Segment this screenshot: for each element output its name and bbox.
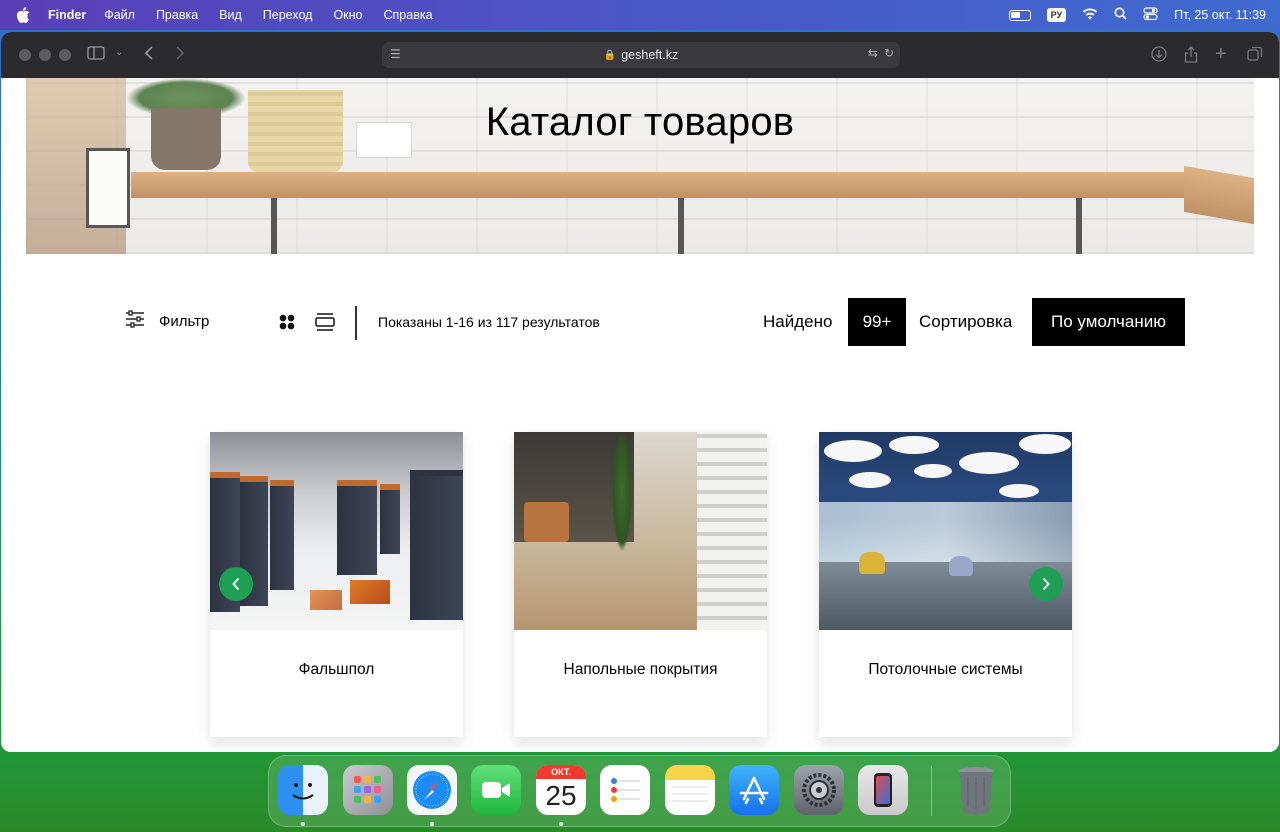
apple-icon[interactable] [16,6,34,24]
search-icon[interactable] [1114,7,1127,23]
window-controls [19,49,71,61]
address-bar[interactable]: ☰ 🔒 gesheft.kz ⇆ ↻ [382,42,900,68]
dock-separator [931,766,932,816]
product-image-raised-floor[interactable] [210,432,463,630]
sort-dropdown[interactable]: По умолчанию [1032,298,1185,346]
system-settings-dock-icon[interactable] [794,765,844,815]
reload-icon[interactable]: ↻ [884,46,894,60]
control-center-icon[interactable] [1143,7,1158,23]
product-carousel: Фальшпол Напольные покрытия Потолочные с… [1,432,1279,752]
back-arrow-icon[interactable] [144,46,154,63]
facetime-dock-icon[interactable] [471,765,521,815]
lock-icon: 🔒 [603,49,617,61]
filter-sliders-icon [125,310,145,332]
reminders-dock-icon[interactable] [600,765,650,815]
finder-dock-icon[interactable] [278,765,328,815]
product-image-ceiling-systems[interactable] [819,432,1072,630]
menu-clock[interactable]: Пт, 25 окт. 11:39 [1174,8,1266,22]
input-language-badge[interactable]: РУ [1046,8,1067,22]
menu-window[interactable]: Окно [333,8,362,22]
filter-button[interactable]: Фильтр [125,310,209,332]
calendar-month: ОКТ. [536,765,586,779]
product-name[interactable]: Напольные покрытия [514,661,767,679]
toolbar-divider [355,306,357,340]
web-page: Каталог товаров Фильтр Показаны 1-16 из … [1,78,1279,752]
carousel-prev-button[interactable] [219,567,253,601]
filter-label: Фильтр [159,312,210,330]
menu-go[interactable]: Переход [263,8,313,22]
catalog-toolbar: Фильтр Показаны 1-16 из 117 результатов … [1,298,1279,348]
browser-window: ⌄ ☰ 🔒 gesheft.kz ⇆ ↻ + Каталог товаров Ф… [1,32,1279,752]
running-indicator [559,822,563,826]
chevron-left-icon [232,577,240,591]
close-window-button[interactable] [19,49,31,61]
menu-help[interactable]: Справка [384,8,433,22]
downloads-icon[interactable] [1151,46,1167,65]
list-view-icon[interactable] [315,313,335,336]
product-name[interactable]: Фальшпол [210,661,463,679]
chevron-right-icon [1042,577,1050,591]
zoom-window-button[interactable] [59,49,71,61]
product-card[interactable]: Напольные покрытия [514,432,767,737]
sort-label: Сортировка [919,312,1013,331]
calendar-dock-icon[interactable]: ОКТ. 25 [536,765,586,815]
minimize-window-button[interactable] [39,49,51,61]
page-menu-icon[interactable]: ☰ [390,47,401,61]
battery-icon[interactable] [1008,9,1031,21]
new-tab-icon[interactable]: + [1215,43,1227,66]
calendar-day: 25 [545,780,577,811]
address-url: gesheft.kz [621,48,679,62]
menu-file[interactable]: Файл [104,8,135,22]
running-indicator [430,822,434,826]
grid-view-icon[interactable] [279,314,295,335]
app-store-dock-icon[interactable] [729,765,779,815]
sidebar-toggle-icon[interactable] [87,46,105,63]
product-name[interactable]: Потолочные системы [819,661,1072,679]
launchpad-dock-icon[interactable] [343,765,393,815]
results-count-text: Показаны 1-16 из 117 результатов [378,314,600,330]
notes-dock-icon[interactable] [665,765,715,815]
menu-bar: Finder Файл Правка Вид Переход Окно Спра… [0,0,1280,30]
product-image-floor-coverings[interactable] [514,432,767,630]
trash-dock-icon[interactable] [951,765,1001,815]
page-title: Каталог товаров [485,100,795,144]
menu-view[interactable]: Вид [219,8,242,22]
browser-toolbar: ⌄ ☰ 🔒 gesheft.kz ⇆ ↻ + [1,32,1279,78]
dock: ОКТ. 25 [268,755,1011,827]
translate-icon[interactable]: ⇆ [868,46,878,60]
hero-banner: Каталог товаров [26,78,1254,254]
carousel-next-button[interactable] [1029,567,1063,601]
tab-overview-icon[interactable] [1247,46,1263,65]
forward-arrow-icon[interactable] [175,46,185,63]
found-count-badge: 99+ [848,298,906,346]
found-label: Найдено [763,312,833,331]
menu-edit[interactable]: Правка [156,8,198,22]
iphone-mirroring-dock-icon[interactable] [858,765,908,815]
safari-dock-icon[interactable] [407,765,457,815]
wifi-icon[interactable] [1082,7,1098,23]
tab-group-chevron-icon[interactable]: ⌄ [115,47,123,58]
menu-app-name[interactable]: Finder [48,8,86,22]
running-indicator [301,822,305,826]
share-icon[interactable] [1184,46,1198,66]
